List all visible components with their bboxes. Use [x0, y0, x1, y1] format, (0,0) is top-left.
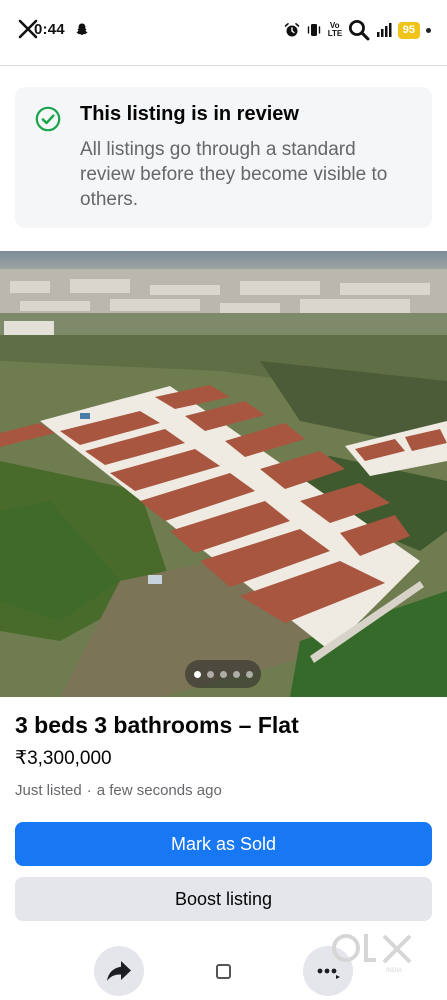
overflow-dot-icon	[426, 27, 431, 33]
listing-price: ₹3,300,000	[15, 748, 112, 769]
status-time: 0:44	[34, 21, 65, 38]
review-notice-card: This listing is in review All listings g…	[15, 87, 432, 228]
snapchat-ghost-icon	[76, 23, 88, 35]
carousel-indicator[interactable]	[185, 660, 261, 688]
vibrate-icon	[307, 24, 320, 36]
listing-title: 3 beds 3 bathrooms – Flat	[15, 712, 299, 738]
status-icons: Vo LTE 95	[284, 18, 431, 42]
meta-separator: ·	[86, 782, 92, 799]
olx-watermark: INDIA	[332, 934, 412, 974]
check-circle-icon	[35, 106, 61, 132]
volte-indicator: Vo LTE	[327, 21, 343, 38]
review-title: This listing is in review	[80, 103, 299, 125]
share-icon	[107, 961, 131, 981]
header-divider	[0, 65, 447, 66]
alarm-icon	[284, 23, 300, 37]
listing-photo[interactable]	[0, 251, 447, 697]
listing-time: a few seconds ago	[96, 782, 222, 799]
aerial-plot-image	[0, 251, 447, 697]
share-button[interactable]	[94, 946, 144, 996]
review-body: All listings go through a standard revie…	[80, 139, 388, 210]
carousel-dot[interactable]	[206, 670, 214, 678]
boost-listing-button[interactable]: Boost listing	[15, 877, 432, 921]
carousel-dot[interactable]	[232, 670, 240, 678]
carousel-dot[interactable]	[245, 670, 253, 678]
signal-icon	[376, 23, 392, 37]
listing-status: Just listed	[15, 782, 82, 799]
search-icon[interactable]	[348, 19, 370, 41]
mark-as-sold-button[interactable]: Mark as Sold	[15, 822, 432, 866]
carousel-dot[interactable]	[219, 670, 227, 678]
battery-indicator: 95	[397, 21, 420, 39]
listing-meta: Just listed · a few seconds ago	[15, 782, 222, 799]
watermark-sub: INDIA	[386, 968, 402, 974]
carousel-dot[interactable]	[193, 670, 201, 678]
home-square-icon[interactable]	[216, 964, 231, 979]
status-bar: 0:44 Vo LTE 95	[0, 0, 447, 62]
